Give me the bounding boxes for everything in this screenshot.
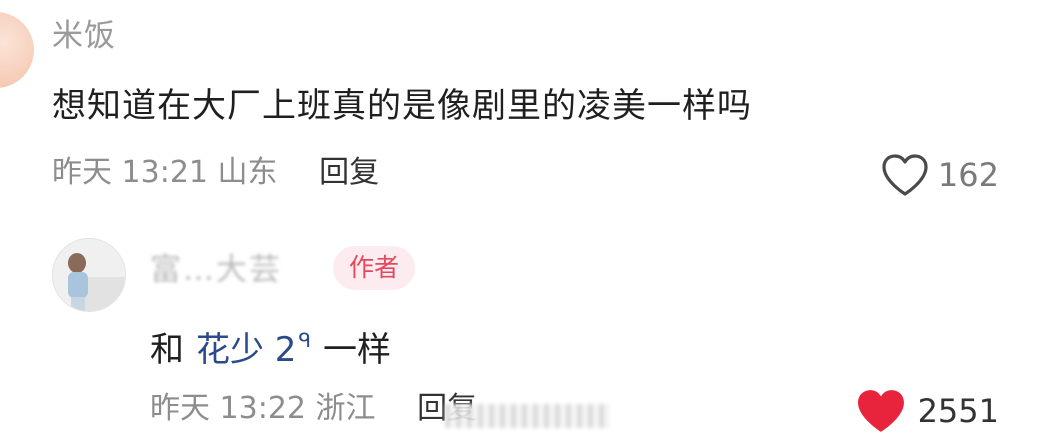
reply-meta: 昨天 13:22 浙江 回复: [150, 386, 477, 432]
mention-name[interactable]: 花少 2: [196, 330, 296, 370]
commenter-username[interactable]: 米饭: [52, 14, 116, 58]
author-avatar-photo: [53, 239, 125, 311]
mention-link[interactable]: 花少 2ᑫ: [196, 328, 312, 370]
reply-time: 昨天 13:22: [150, 391, 306, 426]
reply-like-count: 2551: [917, 392, 999, 430]
blurred-watermark: [445, 404, 610, 428]
heart-filled-icon[interactable]: [854, 387, 908, 435]
commenter-avatar[interactable]: [0, 12, 34, 88]
reply-like-button[interactable]: 2551: [854, 386, 999, 436]
comment-time: 昨天 13:21: [52, 155, 208, 190]
author-avatar[interactable]: [52, 238, 126, 312]
comment-location: 山东: [217, 155, 278, 190]
author-badge: 作者: [333, 246, 416, 290]
reply-text-suffix: 一样: [323, 330, 392, 370]
mention-gender-icon: ᑫ: [298, 328, 312, 352]
comment-like-count: 162: [937, 156, 999, 194]
reply-text-prefix: 和: [150, 330, 184, 370]
comment-meta: 昨天 13:21 山东 回复: [52, 150, 379, 196]
author-username[interactable]: 富…大芸: [150, 248, 282, 292]
comment-reply-button[interactable]: 回复: [319, 155, 379, 190]
comment-text: 想知道在大厂上班真的是像剧里的凌美一样吗: [52, 86, 752, 126]
comment-like-button[interactable]: 162: [880, 150, 999, 200]
reply-location: 浙江: [315, 391, 376, 426]
reply-text: 和花少 2 ᑫ 一样: [150, 316, 391, 374]
heart-outline-icon[interactable]: [880, 152, 930, 198]
